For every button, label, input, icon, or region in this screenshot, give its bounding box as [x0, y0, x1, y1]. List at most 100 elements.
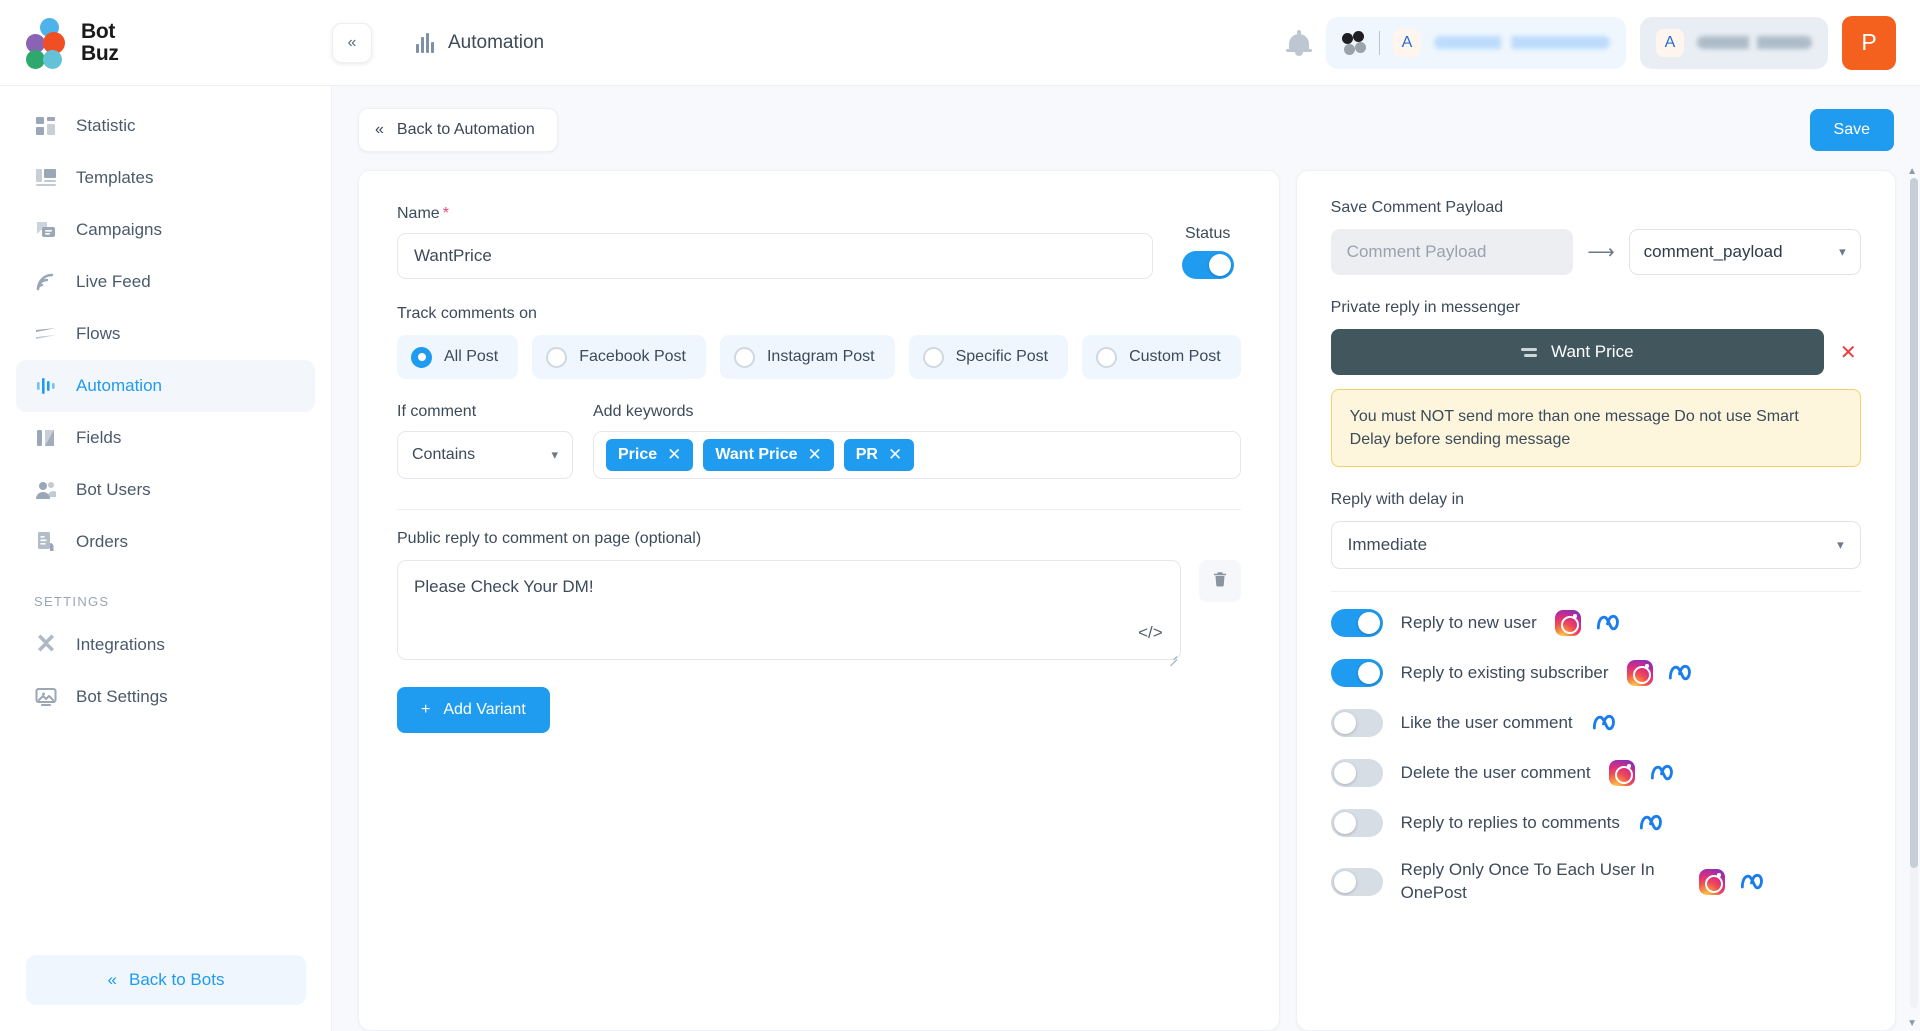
brand-line-2: Buz	[81, 42, 119, 65]
radio-label: Instagram Post	[766, 348, 875, 365]
body: Statistic Templates Campaigns Live Feed …	[0, 86, 1920, 1031]
close-icon[interactable]: ✕	[807, 445, 821, 465]
payload-value: comment_payload	[1643, 242, 1783, 261]
sidebar-item-automation[interactable]: Automation	[16, 360, 315, 412]
divider	[1330, 591, 1861, 593]
option-toggle[interactable]	[1330, 809, 1383, 838]
name-input[interactable]	[397, 233, 1153, 279]
option-label: Reply to replies to comments	[1400, 812, 1620, 832]
sidebar-collapse-button[interactable]: «	[332, 22, 372, 63]
sidebar-item-statistic[interactable]: Statistic	[16, 100, 315, 152]
radio-instagram-post[interactable]: Instagram Post	[719, 335, 895, 379]
option-reply-to-new-user: Reply to new user	[1330, 598, 1861, 648]
delay-section: Reply with delay in Immediate ▾	[1330, 491, 1861, 570]
sidebar-item-integrations[interactable]: Integrations	[16, 619, 315, 671]
private-reply-flow-button[interactable]: Want Price	[1330, 329, 1824, 375]
resize-handle[interactable]	[1167, 651, 1177, 661]
close-icon[interactable]: ✕	[888, 445, 902, 465]
platform-icons	[1638, 813, 1668, 833]
save-button[interactable]: Save	[1809, 109, 1894, 151]
content-toolbar: « Back to Automation Save	[332, 86, 1920, 160]
back-to-automation-button[interactable]: « Back to Automation	[358, 108, 558, 152]
track-comments-label: Track comments on	[397, 305, 537, 322]
sidebar-item-fields[interactable]: Fields	[16, 412, 315, 464]
public-reply-textarea[interactable]: Please Check Your DM!	[397, 560, 1181, 660]
radio-label: Specific Post	[955, 348, 1049, 365]
radio-facebook-post[interactable]: Facebook Post	[532, 335, 706, 379]
trash-icon	[1211, 570, 1229, 593]
close-icon[interactable]: ✕	[667, 445, 681, 465]
brand-line-1: Bot	[81, 20, 116, 43]
radio-specific-post[interactable]: Specific Post	[908, 335, 1069, 379]
keyword-chip[interactable]: Want Price ✕	[703, 439, 834, 471]
double-chevron-left-icon: «	[375, 121, 384, 138]
option-toggle[interactable]	[1330, 659, 1383, 688]
add-variant-button[interactable]: + Add Variant	[397, 687, 550, 733]
required-mark: *	[442, 205, 449, 222]
platform-icons	[1591, 713, 1621, 733]
private-reply-row: Want Price ✕	[1330, 329, 1861, 375]
sidebar-item-campaigns[interactable]: Campaigns	[16, 204, 315, 256]
back-to-bots-button[interactable]: « Back to Bots	[26, 955, 306, 1005]
bot-selector[interactable]: A	[1640, 16, 1828, 69]
automation-form-card: Name* Status Track comments on	[358, 170, 1280, 1031]
divider	[1379, 30, 1380, 55]
add-keywords-label: Add keywords	[593, 403, 694, 420]
vertical-scrollbar[interactable]	[1910, 178, 1918, 1008]
payload-select[interactable]: comment_payload ▾	[1628, 229, 1861, 275]
keyword-chip[interactable]: Price ✕	[606, 439, 694, 471]
scrollbar-thumb[interactable]	[1910, 178, 1918, 868]
workspace-selector[interactable]: A	[1326, 16, 1626, 69]
sidebar-item-flows[interactable]: Flows	[16, 308, 315, 360]
code-brackets-icon[interactable]: </>	[1138, 623, 1163, 643]
sidebar-item-bot-settings[interactable]: Bot Settings	[16, 671, 315, 723]
sidebar-item-templates[interactable]: Templates	[16, 152, 315, 204]
platform-icons	[1626, 660, 1697, 687]
user-avatar[interactable]: P	[1842, 15, 1896, 70]
option-reply-to-replies-to-comments: Reply to replies to comments	[1330, 798, 1861, 848]
sidebar-item-bot-users[interactable]: Bot Users	[16, 464, 315, 516]
sidebar-item-orders[interactable]: Orders	[16, 516, 315, 568]
megaphone-chat-icon	[34, 218, 58, 242]
option-label: Like the user comment	[1400, 712, 1573, 732]
app-root: Bot Buz « Automation A A P Statistic Tem…	[0, 0, 1920, 1031]
sidebar: Statistic Templates Campaigns Live Feed …	[0, 86, 332, 1031]
delay-value: Immediate	[1347, 535, 1428, 555]
delay-select[interactable]: Immediate ▾	[1330, 521, 1861, 570]
sidebar-item-live-feed[interactable]: Live Feed	[16, 256, 315, 308]
keyword-chip[interactable]: PR ✕	[843, 439, 915, 471]
option-toggle[interactable]	[1330, 609, 1383, 638]
sidebar-item-label: Flows	[76, 324, 121, 343]
close-icon[interactable]: ✕	[1836, 340, 1861, 365]
add-variant-label: Add Variant	[443, 701, 526, 718]
private-reply-section: Private reply in messenger Want Price ✕ …	[1330, 299, 1861, 468]
radio-all-post[interactable]: All Post	[397, 335, 519, 379]
scroll-up-icon[interactable]: ▲	[1907, 166, 1917, 177]
sidebar-item-label: Templates	[76, 168, 154, 187]
pinwheel-icon	[1342, 30, 1366, 55]
option-toggle[interactable]	[1330, 709, 1383, 738]
brand-logo[interactable]: Bot Buz	[0, 17, 332, 69]
comment-payload-field: Comment Payload	[1330, 229, 1574, 275]
instagram-icon	[1608, 760, 1635, 787]
scroll-down-icon[interactable]: ▼	[1907, 1018, 1917, 1029]
grid-stats-icon	[34, 114, 58, 138]
radio-label: Custom Post	[1129, 348, 1221, 365]
sidebar-item-label: Bot Users	[76, 480, 151, 499]
keyword-row: Contains ▾ Price ✕ Want Price ✕ PR ✕	[397, 431, 1241, 479]
meta-icon	[1595, 613, 1625, 633]
puzzle-cross-icon	[34, 633, 58, 657]
status-toggle[interactable]	[1181, 251, 1234, 279]
radio-custom-post[interactable]: Custom Post	[1082, 335, 1241, 379]
option-toggle[interactable]	[1330, 759, 1383, 788]
keywords-input[interactable]: Price ✕ Want Price ✕ PR ✕	[593, 431, 1241, 479]
divider	[397, 509, 1241, 510]
botbuz-dots-icon	[24, 17, 76, 69]
public-reply-wrapper: Please Check Your DM! </>	[397, 560, 1181, 665]
condition-select[interactable]: Contains ▾	[397, 431, 573, 479]
option-toggle[interactable]	[1330, 868, 1383, 897]
option-label: Reply to existing subscriber	[1400, 662, 1609, 682]
notification-bell-icon[interactable]	[1286, 28, 1312, 58]
delete-variant-button[interactable]	[1198, 560, 1241, 602]
account-name-redacted	[1434, 36, 1610, 49]
